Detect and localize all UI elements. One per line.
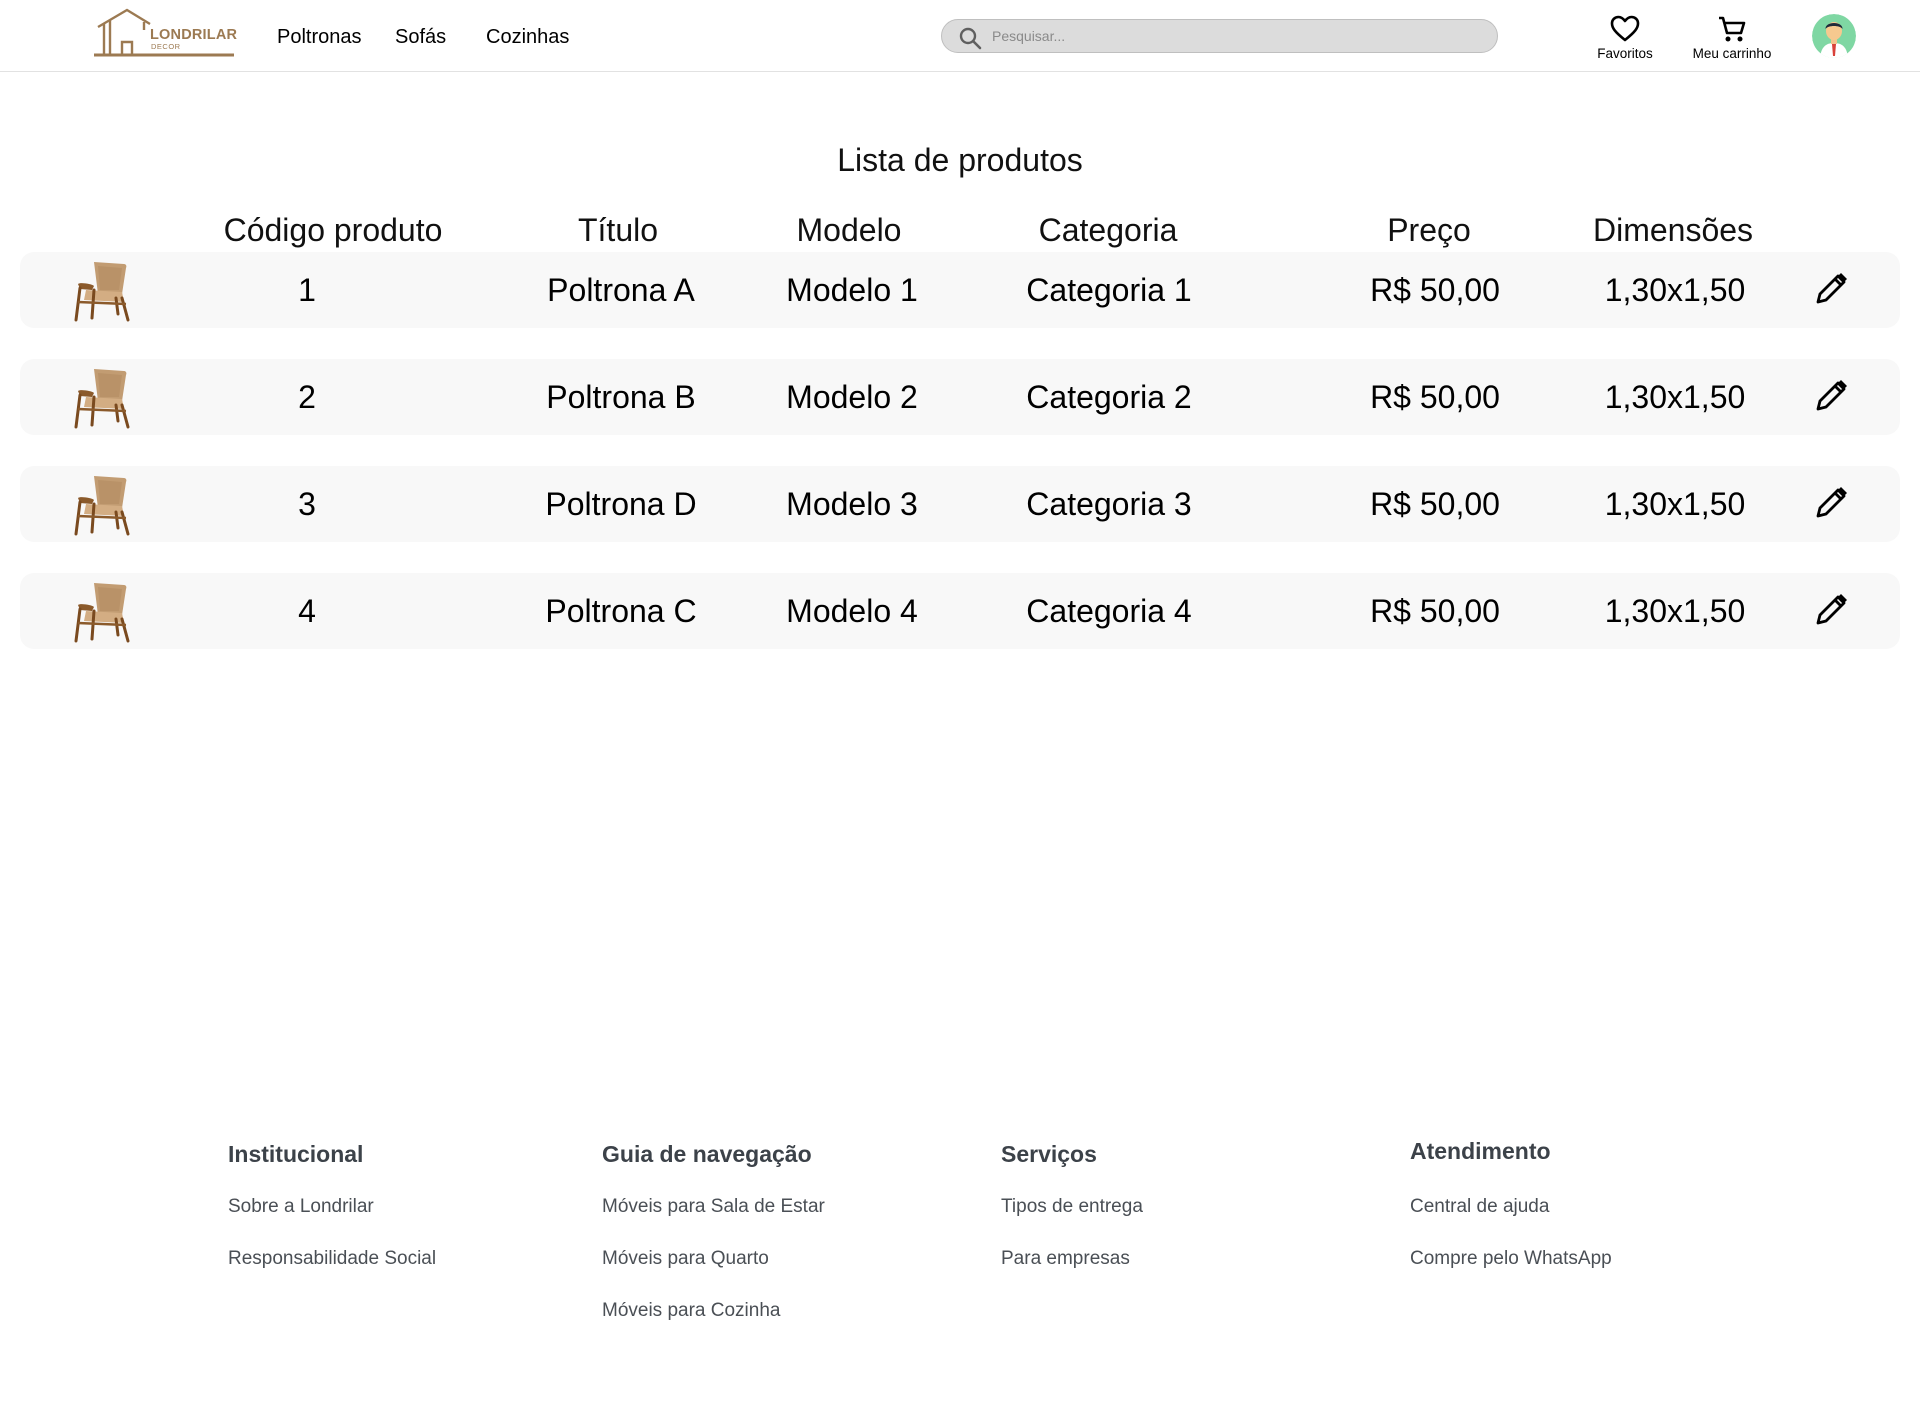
edit-pencil-icon[interactable] — [1812, 591, 1850, 629]
edit-pencil-icon[interactable] — [1812, 270, 1850, 308]
product-category: Categoria 2 — [1026, 379, 1192, 415]
product-price: R$ 50,00 — [1370, 379, 1500, 415]
cart-icon — [1719, 16, 1746, 42]
col-header-title: Título — [577, 212, 659, 248]
nav-poltronas[interactable]: Poltronas — [277, 25, 362, 49]
product-code: 1 — [298, 272, 316, 308]
nav-sofas[interactable]: Sofás — [395, 25, 446, 49]
product-model: Modelo 3 — [786, 486, 918, 522]
edit-pencil-icon[interactable] — [1812, 377, 1850, 415]
product-category: Categoria 4 — [1026, 593, 1192, 629]
footer-link-cozinha[interactable]: Móveis para Cozinha — [602, 1300, 780, 1322]
footer-heading-institucional: Institucional — [228, 1141, 364, 1167]
footer-heading-atendimento: Atendimento — [1410, 1138, 1551, 1164]
footer-link-empresas[interactable]: Para empresas — [1001, 1248, 1130, 1270]
search-input[interactable] — [992, 26, 1472, 46]
footer-heading-guia: Guia de navegação — [602, 1141, 812, 1167]
footer-link-sobre[interactable]: Sobre a Londrilar — [228, 1196, 374, 1218]
footer-link-whatsapp[interactable]: Compre pelo WhatsApp — [1410, 1248, 1612, 1270]
col-header-price: Preço — [1387, 212, 1471, 248]
product-title: Poltrona B — [546, 379, 696, 415]
product-code: 3 — [298, 486, 316, 522]
footer-link-entrega[interactable]: Tipos de entrega — [1001, 1196, 1143, 1218]
brand-logo[interactable]: LONDRILAR DECOR — [92, 8, 238, 58]
product-price: R$ 50,00 — [1370, 593, 1500, 629]
favorites-button[interactable]: Favoritos — [1590, 15, 1660, 61]
footer-link-sala-de-estar[interactable]: Móveis para Sala de Estar — [602, 1196, 825, 1218]
armchair-icon — [74, 476, 130, 536]
product-price: R$ 50,00 — [1370, 486, 1500, 522]
footer-heading-servicos: Serviços — [1001, 1141, 1097, 1167]
footer-link-quarto[interactable]: Móveis para Quarto — [602, 1248, 769, 1270]
armchair-icon — [74, 583, 130, 643]
product-row: 1 Poltrona A Modelo 1 Categoria 1 R$ 50,… — [20, 252, 1900, 328]
search-bar[interactable] — [941, 19, 1498, 53]
edit-pencil-icon[interactable] — [1812, 484, 1850, 522]
product-model: Modelo 2 — [786, 379, 918, 415]
armchair-icon — [74, 262, 130, 322]
product-model: Modelo 4 — [786, 593, 918, 629]
footer-link-central-ajuda[interactable]: Central de ajuda — [1410, 1196, 1549, 1218]
nav-cozinhas[interactable]: Cozinhas — [486, 25, 569, 49]
col-header-code: Código produto — [223, 212, 443, 248]
product-model: Modelo 1 — [786, 272, 918, 308]
cart-button[interactable]: Meu carrinho — [1682, 15, 1782, 61]
product-title: Poltrona C — [545, 593, 697, 629]
armchair-icon — [74, 369, 130, 429]
col-header-dimensions: Dimensões — [1592, 212, 1754, 248]
top-header: LONDRILAR DECOR Poltronas Sofás Cozinhas… — [0, 0, 1920, 72]
product-dimensions: 1,30x1,50 — [1604, 379, 1746, 415]
product-dimensions: 1,30x1,50 — [1604, 593, 1746, 629]
product-dimensions: 1,30x1,50 — [1604, 486, 1746, 522]
product-category: Categoria 3 — [1026, 486, 1192, 522]
product-dimensions: 1,30x1,50 — [1604, 272, 1746, 308]
page-title: Lista de produtos — [837, 142, 1083, 178]
user-avatar[interactable] — [1812, 14, 1856, 58]
product-code: 4 — [298, 593, 316, 629]
product-code: 2 — [298, 379, 316, 415]
product-price: R$ 50,00 — [1370, 272, 1500, 308]
logo-wordmark: LONDRILAR — [150, 27, 238, 43]
product-row: 2 Poltrona B Modelo 2 Categoria 2 R$ 50,… — [20, 359, 1900, 435]
product-title: Poltrona D — [545, 486, 697, 522]
heart-icon — [1610, 15, 1640, 42]
product-title: Poltrona A — [547, 272, 695, 308]
search-icon — [959, 27, 982, 50]
cart-label: Meu carrinho — [1692, 46, 1772, 61]
col-header-category: Categoria — [1038, 212, 1178, 248]
footer-link-responsabilidade[interactable]: Responsabilidade Social — [228, 1248, 436, 1270]
product-row: 3 Poltrona D Modelo 3 Categoria 3 R$ 50,… — [20, 466, 1900, 542]
col-header-model: Modelo — [796, 212, 902, 248]
product-row: 4 Poltrona C Modelo 4 Categoria 4 R$ 50,… — [20, 573, 1900, 649]
product-category: Categoria 1 — [1026, 272, 1192, 308]
logo-subtitle: DECOR — [151, 42, 181, 51]
favorites-label: Favoritos — [1597, 46, 1653, 61]
user-avatar-icon — [1812, 14, 1856, 58]
